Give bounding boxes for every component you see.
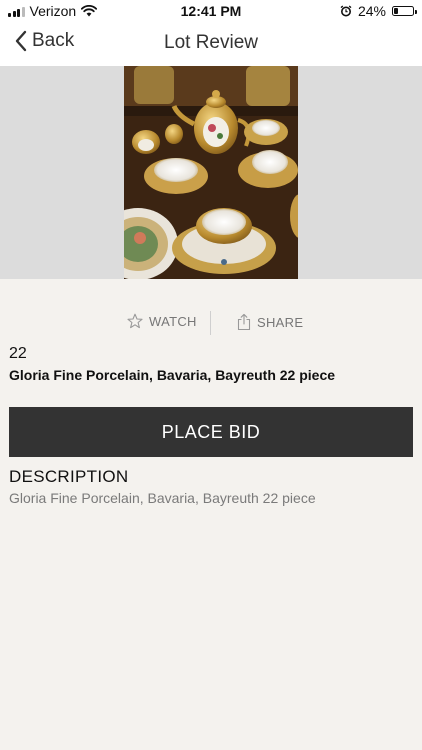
status-bar: Verizon 12:41 PM 24% bbox=[0, 0, 422, 22]
share-icon bbox=[237, 313, 251, 331]
battery-icon bbox=[392, 6, 417, 16]
description-heading: DESCRIPTION bbox=[9, 467, 129, 486]
actions-divider bbox=[210, 311, 211, 335]
description-text: Gloria Fine Porcelain, Bavaria, Bayreuth… bbox=[9, 490, 316, 506]
alarm-icon bbox=[340, 5, 352, 17]
nav-bar: Back Lot Review bbox=[0, 22, 422, 66]
place-bid-button[interactable]: PLACE BID bbox=[9, 407, 413, 457]
watch-label: WATCH bbox=[149, 313, 197, 329]
lot-image[interactable] bbox=[124, 66, 298, 279]
lot-title: Gloria Fine Porcelain, Bavaria, Bayreuth… bbox=[9, 367, 336, 383]
image-area bbox=[0, 66, 422, 279]
lot-number: 22 bbox=[9, 345, 27, 362]
share-button[interactable]: SHARE bbox=[237, 313, 303, 331]
watch-button[interactable]: WATCH bbox=[127, 313, 197, 329]
lot-actions: WATCH SHARE bbox=[0, 311, 422, 335]
page-title: Lot Review bbox=[164, 32, 258, 53]
battery-percent: 24% bbox=[357, 3, 386, 19]
star-icon bbox=[127, 313, 143, 329]
share-label: SHARE bbox=[257, 314, 304, 330]
battery-fill bbox=[394, 8, 398, 14]
status-right: 24% bbox=[340, 3, 417, 19]
